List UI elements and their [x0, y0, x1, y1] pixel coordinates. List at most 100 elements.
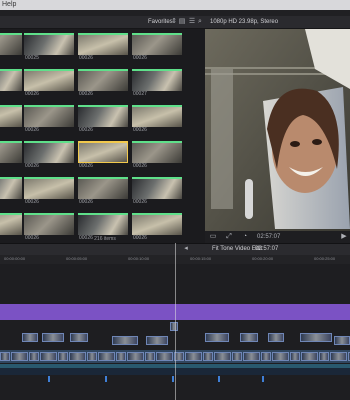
- clip-thumbnail[interactable]: 00027: [132, 69, 182, 97]
- clip-name: 00026: [79, 127, 93, 133]
- timeline-clip[interactable]: [116, 352, 126, 361]
- connected-clip[interactable]: [170, 322, 178, 331]
- timeline-clip[interactable]: [40, 352, 57, 361]
- clip-frame: [132, 141, 182, 163]
- connected-clip[interactable]: [268, 333, 284, 342]
- connected-clip[interactable]: [112, 336, 138, 345]
- timeline-clip[interactable]: [290, 352, 300, 361]
- clip-thumbnail[interactable]: 00026: [78, 141, 128, 169]
- timeline-clip[interactable]: [203, 352, 213, 361]
- timeline-clip[interactable]: [185, 352, 202, 361]
- browser-toolbar: Favorites ⇕ ▤ ☰ ⌕: [0, 16, 205, 29]
- list-view-icon[interactable]: ☰: [188, 18, 196, 26]
- clip-thumbnail[interactable]: 00026: [78, 105, 128, 133]
- clip-thumbnail[interactable]: 00026: [78, 177, 128, 205]
- clip-thumbnail[interactable]: 00020: [0, 33, 22, 61]
- clip-frame: [0, 105, 22, 127]
- clip-thumbnail[interactable]: 00026: [24, 69, 74, 97]
- clip-frame: [0, 141, 22, 163]
- view-options-icon[interactable]: ▭: [209, 233, 217, 241]
- connected-clip[interactable]: [146, 336, 168, 345]
- clip-thumbnail[interactable]: 00026: [78, 69, 128, 97]
- clip-frame: [24, 141, 74, 163]
- retime-icon[interactable]: ◔: [241, 233, 249, 241]
- timeline-clip[interactable]: [58, 352, 68, 361]
- timeline-clip[interactable]: [69, 352, 86, 361]
- clip-thumbnail[interactable]: 00026: [0, 177, 22, 205]
- clip-thumbnail[interactable]: 00025: [24, 33, 74, 61]
- clip-thumbnail[interactable]: 00027: [0, 69, 22, 97]
- timeline-clip[interactable]: [301, 352, 318, 361]
- timeline-marker[interactable]: [262, 376, 264, 382]
- viewer-canvas[interactable]: [205, 29, 350, 231]
- clip-thumbnail[interactable]: 00026: [0, 105, 22, 133]
- clip-name: 00026: [25, 163, 39, 169]
- timeline-marker[interactable]: [105, 376, 107, 382]
- timeline-clip[interactable]: [127, 352, 144, 361]
- timeline-clip[interactable]: [243, 352, 260, 361]
- clip-frame: [24, 177, 74, 199]
- clip-frame: [78, 69, 128, 91]
- clip-thumbnail[interactable]: 00026: [78, 33, 128, 61]
- clip-thumbnail[interactable]: 00026: [132, 105, 182, 133]
- timeline-clip[interactable]: [87, 352, 97, 361]
- connected-clip[interactable]: [300, 333, 332, 342]
- play-icon[interactable]: ▶: [340, 233, 348, 241]
- connected-clip[interactable]: [240, 333, 258, 342]
- timeline-clip[interactable]: [261, 352, 271, 361]
- clip-thumbnail[interactable]: 00026: [0, 213, 22, 241]
- connected-clip[interactable]: [205, 333, 229, 342]
- clip-thumbnail[interactable]: 00026: [132, 141, 182, 169]
- timeline-marker[interactable]: [172, 376, 174, 382]
- playhead[interactable]: [175, 243, 176, 400]
- chevron-left-icon[interactable]: ◂: [182, 245, 190, 253]
- clip-frame: [0, 33, 22, 55]
- chevron-updown-icon[interactable]: ⇕: [170, 18, 178, 26]
- clip-thumbnail[interactable]: 00026: [0, 141, 22, 169]
- connected-clip[interactable]: [42, 333, 64, 342]
- timeline-clip[interactable]: [98, 352, 115, 361]
- search-icon[interactable]: ⌕: [196, 18, 204, 26]
- connected-clip[interactable]: [334, 336, 350, 345]
- connected-clip[interactable]: [22, 333, 38, 342]
- clip-frame: [78, 33, 128, 55]
- connected-clip[interactable]: [70, 333, 88, 342]
- clip-frame: [132, 213, 182, 235]
- clip-name: 00026: [25, 91, 39, 97]
- clip-thumbnail[interactable]: 00026: [132, 33, 182, 61]
- timeline-clip[interactable]: [29, 352, 39, 361]
- timeline-clip[interactable]: [156, 352, 173, 361]
- clip-frame: [132, 105, 182, 127]
- timeline-marker[interactable]: [48, 376, 50, 382]
- items-count: 216 items: [94, 236, 116, 242]
- timeline-clip[interactable]: [232, 352, 242, 361]
- clip-frame: [78, 105, 128, 127]
- ruler-tick: 00:00:05:00: [66, 256, 88, 261]
- clip-thumbnail[interactable]: 00026: [24, 105, 74, 133]
- timeline-marker[interactable]: [218, 376, 220, 382]
- transform-icon[interactable]: ⤢: [225, 233, 233, 241]
- clip-name: 00026: [133, 199, 147, 205]
- timeline-clip[interactable]: [330, 352, 347, 361]
- timeline-clip[interactable]: [214, 352, 231, 361]
- viewer-toolbar: 1080p HD 23.98p, Stereo: [205, 16, 350, 29]
- clip-frame: [78, 141, 128, 163]
- clip-thumbnail[interactable]: 00026: [132, 177, 182, 205]
- clip-frame: [24, 33, 74, 55]
- favorites-filter[interactable]: Favorites: [148, 16, 173, 28]
- clip-thumbnail[interactable]: 00026: [24, 141, 74, 169]
- ruler-tick: 00:00:15:00: [190, 256, 212, 261]
- menu-help[interactable]: Help: [2, 1, 16, 8]
- clip-frame: [0, 213, 22, 235]
- viewer-timecode: 02:57:07: [257, 234, 281, 240]
- timeline-clip[interactable]: [272, 352, 289, 361]
- clip-thumbnail[interactable]: 00026: [24, 177, 74, 205]
- clip-name: 00026: [133, 55, 147, 61]
- timeline-clip[interactable]: [0, 352, 10, 361]
- timeline-clip[interactable]: [145, 352, 155, 361]
- timeline-clip[interactable]: [319, 352, 329, 361]
- filmstrip-view-icon[interactable]: ▤: [178, 18, 186, 26]
- timeline-clip[interactable]: [11, 352, 28, 361]
- clip-name: 00026: [25, 199, 39, 205]
- clip-frame: [78, 213, 128, 235]
